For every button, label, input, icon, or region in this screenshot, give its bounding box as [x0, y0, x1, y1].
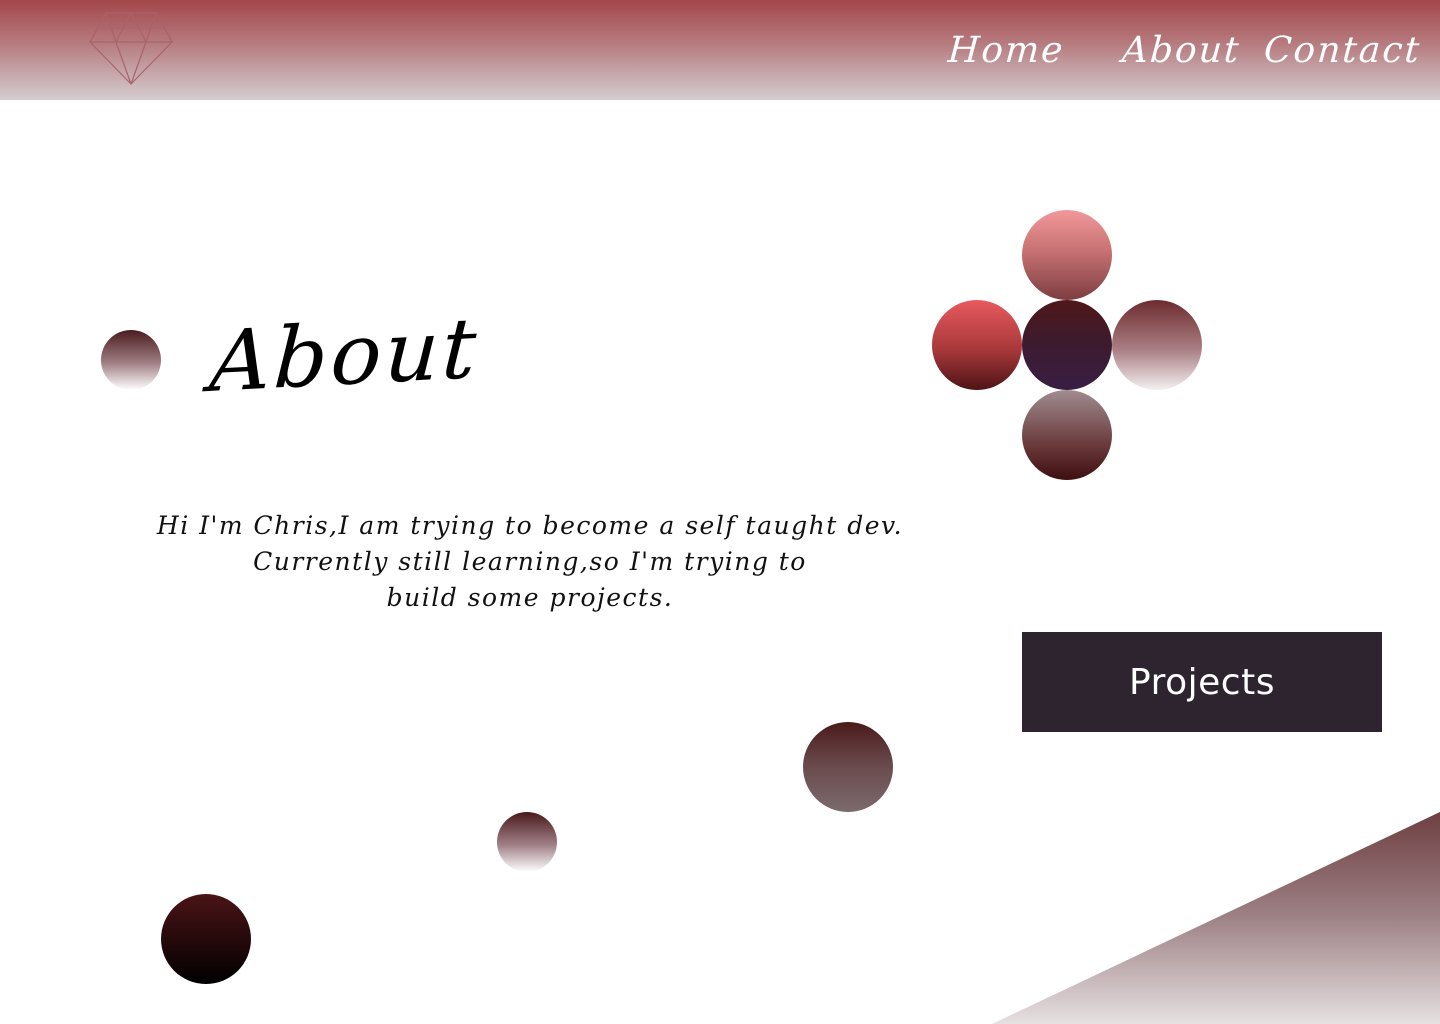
cluster-circle-center	[1022, 300, 1112, 390]
projects-button[interactable]: Projects	[1022, 632, 1382, 732]
diamond-icon[interactable]	[88, 10, 174, 86]
about-page: Home About Contact About Hi I'm Chris,I …	[0, 0, 1440, 1024]
nav-home-link[interactable]: Home	[946, 26, 1066, 76]
decorative-circle	[161, 894, 251, 984]
intro-line: Currently still learning,so I'm trying t…	[253, 547, 807, 576]
decorative-circle	[101, 330, 161, 390]
cluster-circle-left	[932, 300, 1022, 390]
intro-line: Hi I'm Chris,I am trying to become a sel…	[156, 511, 904, 540]
nav-contact-link[interactable]: Contact	[1262, 26, 1423, 76]
page-title: About	[207, 299, 482, 411]
corner-triangle-decoration	[992, 812, 1440, 1024]
nav-about-link[interactable]: About	[1120, 26, 1242, 76]
decorative-circle	[497, 812, 557, 872]
site-header: Home About Contact	[0, 0, 1440, 100]
intro-line: build some projects.	[386, 583, 674, 612]
cluster-circle-right	[1112, 300, 1202, 390]
cluster-circle-top	[1022, 210, 1112, 300]
cluster-circle-bottom	[1022, 390, 1112, 480]
decorative-circle	[803, 722, 893, 812]
intro-text: Hi I'm Chris,I am trying to become a sel…	[150, 508, 910, 616]
